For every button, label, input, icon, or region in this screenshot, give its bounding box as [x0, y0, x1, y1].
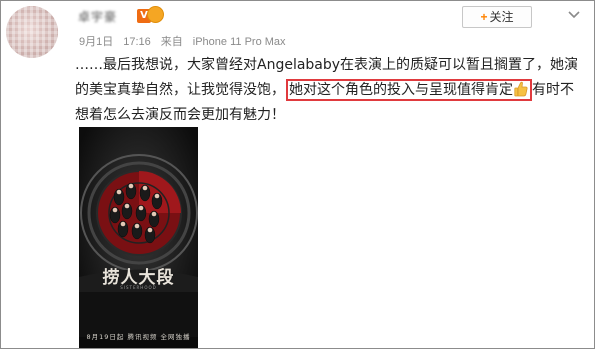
chevron-down-icon-svg: [568, 11, 580, 19]
post-date[interactable]: 9月1日: [79, 36, 113, 48]
post-line-2-end: 有时不: [532, 82, 574, 98]
movie-poster-image[interactable]: 捞人大段 SISTERHOOD 8月19日起 腾讯视频 全网独播: [79, 127, 198, 348]
highlighted-sentence: 她对这个角色的投入与呈现值得肯定: [286, 79, 532, 101]
highlighted-sentence-text: 她对这个角色的投入与呈现值得肯定: [289, 82, 513, 98]
post-line-2-start: 的美宝真挚自然，让我觉得没饱，: [75, 82, 285, 98]
follow-button[interactable]: + 关注: [462, 6, 532, 28]
username[interactable]: 卓宇豪: [78, 9, 132, 25]
post-line-3: 想着怎么去演反而会更加有魅力！: [75, 107, 285, 123]
post-text: ……最后我想说，大家曾经对Angelababy在表演上的质疑可以暂且搁置了，她演…: [75, 53, 585, 128]
poster-release-line: 8月19日起 腾讯视频 全网独播: [86, 333, 191, 341]
thumbs-up-icon: [514, 81, 528, 97]
post-line-2: 的美宝真挚自然，让我觉得没饱， 她对这个角色的投入与呈现值得肯定 有时不: [75, 78, 585, 103]
post-time[interactable]: 17:16: [123, 36, 151, 48]
post-source-prefix: 来自: [160, 36, 183, 48]
poster-artwork: [79, 127, 198, 348]
chevron-down-icon[interactable]: [566, 6, 582, 22]
follow-button-label: 关注: [489, 10, 514, 24]
post-line-1: ……最后我想说，大家曾经对Angelababy在表演上的质疑可以暂且搁置了，她演: [75, 57, 579, 73]
post-meta: 9月1日 17:16 来自 iPhone 11 Pro Max: [79, 33, 296, 49]
crown-icon: [147, 6, 164, 23]
avatar[interactable]: [6, 6, 58, 58]
plus-icon: +: [480, 10, 488, 24]
post-device[interactable]: iPhone 11 Pro Max: [193, 36, 286, 48]
poster-subtitle: SISTERHOOD: [120, 285, 157, 290]
